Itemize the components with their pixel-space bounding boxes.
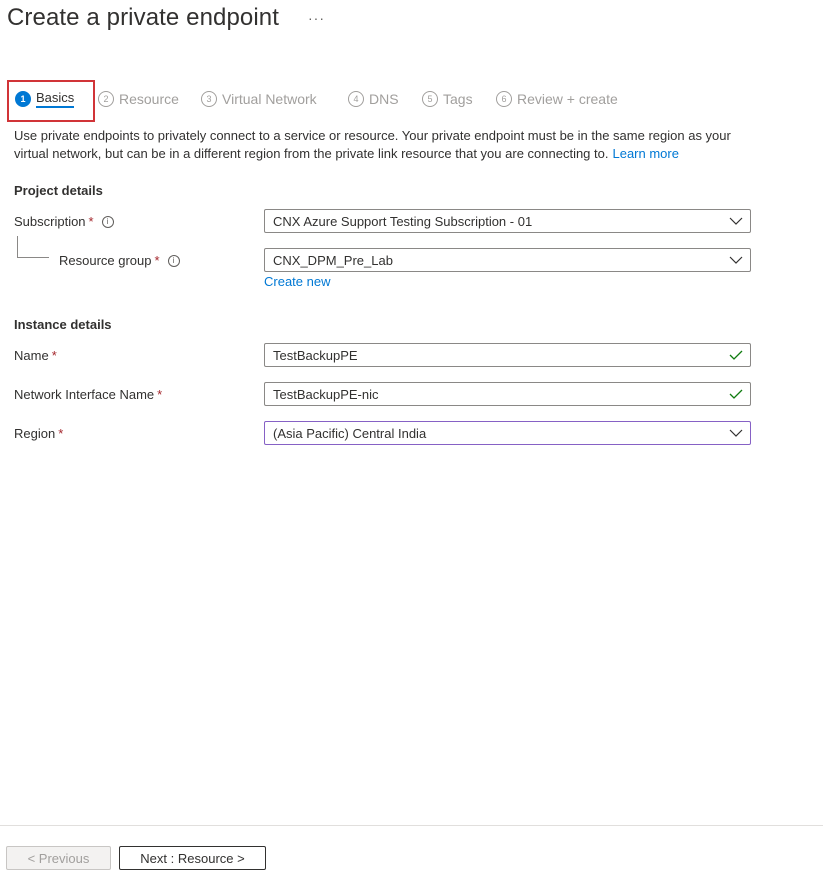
tab-label: Tags — [443, 91, 473, 107]
resource-group-dropdown[interactable]: CNX_DPM_Pre_Lab — [264, 248, 751, 272]
name-input[interactable]: TestBackupPE — [264, 343, 751, 367]
required-marker: * — [51, 348, 57, 363]
name-label-text: Name — [14, 348, 49, 363]
name-label: Name * — [14, 348, 57, 363]
tab-tags[interactable]: 5 Tags — [422, 80, 473, 118]
network-interface-name-label-text: Network Interface Name — [14, 387, 155, 402]
tab-virtual-network[interactable]: 3 Virtual Network — [201, 80, 317, 118]
next-resource-button[interactable]: Next : Resource > — [119, 846, 266, 870]
page-title: Create a private endpoint — [7, 4, 280, 31]
region-value: (Asia Pacific) Central India — [273, 425, 427, 441]
tab-dns[interactable]: 4 DNS — [348, 80, 399, 118]
tree-connector-vertical — [17, 236, 18, 258]
chevron-down-icon — [722, 429, 750, 437]
step-number-badge: 3 — [201, 91, 217, 107]
required-marker: * — [88, 214, 94, 229]
project-details-heading: Project details — [14, 183, 103, 198]
wizard-tabs: 1 Basics 2 Resource 3 Virtual Network 4 … — [0, 80, 823, 120]
subscription-label-text: Subscription — [14, 214, 86, 229]
footer-divider — [0, 825, 823, 826]
info-icon[interactable]: i — [101, 215, 114, 228]
more-options-button[interactable]: ··· — [308, 10, 325, 26]
tab-label: Review + create — [517, 91, 618, 107]
network-interface-name-label: Network Interface Name * — [14, 387, 162, 402]
learn-more-link[interactable]: Learn more — [612, 146, 678, 161]
instance-details-heading: Instance details — [14, 317, 112, 332]
checkmark-icon — [722, 389, 750, 399]
previous-button[interactable]: < Previous — [6, 846, 111, 870]
subscription-value: CNX Azure Support Testing Subscription -… — [273, 213, 533, 229]
step-number-badge: 1 — [15, 91, 31, 107]
step-number-badge: 6 — [496, 91, 512, 107]
network-interface-name-input[interactable]: TestBackupPE-nic — [264, 382, 751, 406]
step-number-badge: 5 — [422, 91, 438, 107]
tab-label: Resource — [119, 91, 179, 107]
name-value: TestBackupPE — [273, 347, 358, 363]
tab-resource[interactable]: 2 Resource — [98, 80, 179, 118]
region-label-text: Region — [14, 426, 56, 441]
tab-label: Basics — [36, 90, 75, 108]
required-marker: * — [157, 387, 163, 402]
checkmark-icon — [722, 350, 750, 360]
resource-group-label: Resource group * i — [59, 253, 180, 268]
chevron-down-icon — [722, 217, 750, 225]
step-number-badge: 2 — [98, 91, 114, 107]
create-new-link[interactable]: Create new — [264, 274, 330, 289]
tree-connector-horizontal — [17, 257, 49, 258]
network-interface-name-value: TestBackupPE-nic — [273, 386, 379, 402]
resource-group-value: CNX_DPM_Pre_Lab — [273, 252, 393, 268]
tab-basics[interactable]: 1 Basics — [15, 80, 75, 118]
required-marker: * — [58, 426, 64, 441]
tab-review-create[interactable]: 6 Review + create — [496, 80, 618, 118]
region-label: Region * — [14, 426, 63, 441]
resource-group-label-text: Resource group — [59, 253, 152, 268]
tab-label: Virtual Network — [222, 91, 317, 107]
step-number-badge: 4 — [348, 91, 364, 107]
tab-label: DNS — [369, 91, 399, 107]
subscription-dropdown[interactable]: CNX Azure Support Testing Subscription -… — [264, 209, 751, 233]
description: Use private endpoints to privately conne… — [14, 127, 754, 163]
info-icon[interactable]: i — [167, 254, 180, 267]
required-marker: * — [154, 253, 160, 268]
region-dropdown[interactable]: (Asia Pacific) Central India — [264, 421, 751, 445]
chevron-down-icon — [722, 256, 750, 264]
subscription-label: Subscription * i — [14, 214, 114, 229]
